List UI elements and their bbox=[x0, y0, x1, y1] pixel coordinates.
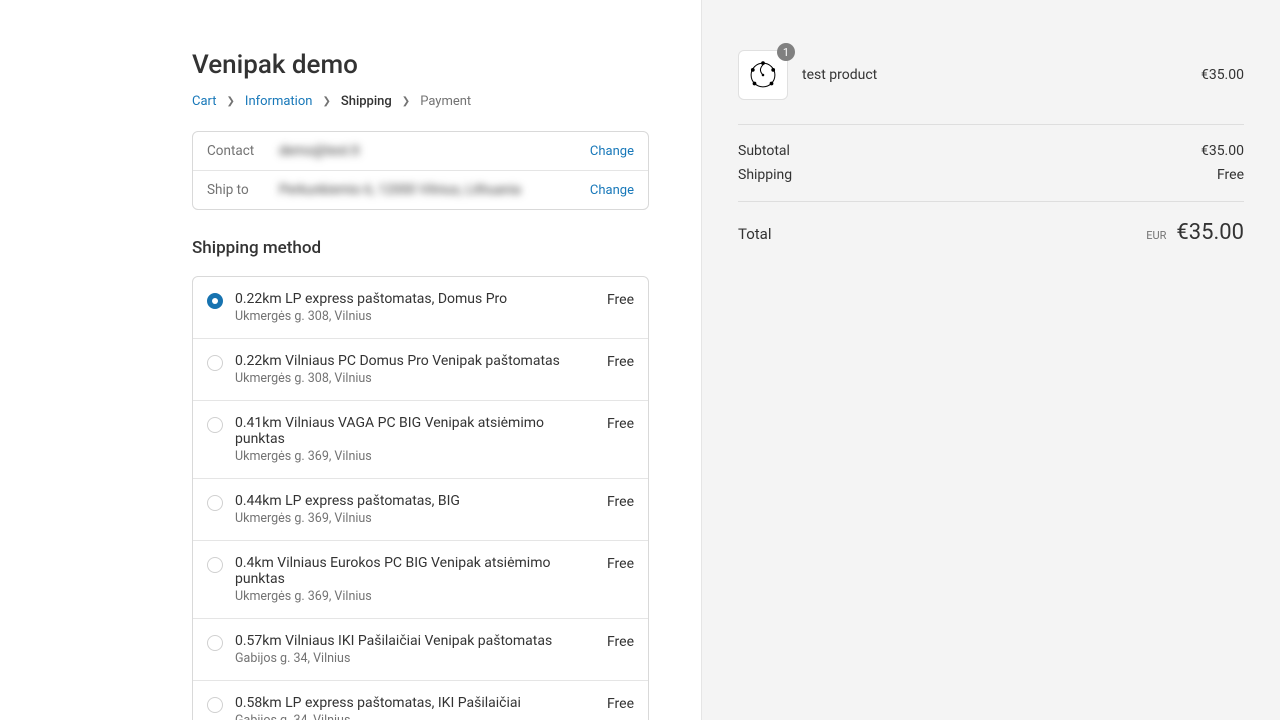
option-text: 0.44km LP express paštomatas, BIG Ukmergė… bbox=[235, 493, 595, 526]
change-contact-link[interactable]: Change bbox=[590, 144, 634, 159]
radio-icon[interactable] bbox=[207, 355, 223, 371]
totals-block: Subtotal €35.00 Shipping Free bbox=[738, 125, 1244, 202]
option-subtitle: Ukmergės g. 369, Vilnius bbox=[235, 449, 595, 464]
product-price: €35.00 bbox=[1201, 67, 1244, 83]
option-text: 0.22km LP express paštomatas, Domus Pro U… bbox=[235, 291, 595, 324]
option-price: Free bbox=[607, 556, 634, 572]
change-shipto-link[interactable]: Change bbox=[590, 183, 634, 198]
shipping-option[interactable]: 0.41km Vilniaus VAGA PC BIG Venipak atsi… bbox=[193, 401, 648, 479]
shipto-label: Ship to bbox=[207, 182, 277, 198]
option-title: 0.22km LP express paštomatas, Domus Pro bbox=[235, 291, 595, 307]
option-price: Free bbox=[607, 416, 634, 432]
option-price: Free bbox=[607, 292, 634, 308]
option-title: 0.58km LP express paštomatas, IKI Pašila… bbox=[235, 695, 595, 711]
review-box: Contact demo@test.lt Change Ship to Perk… bbox=[192, 131, 649, 210]
option-subtitle: Ukmergės g. 308, Vilnius bbox=[235, 371, 595, 386]
option-text: 0.57km Vilniaus IKI Pašilaičiai Venipak … bbox=[235, 633, 595, 666]
shipping-option[interactable]: 0.22km LP express paštomatas, Domus Pro U… bbox=[193, 277, 648, 339]
currency-code: EUR bbox=[1146, 229, 1166, 242]
cart-item: 1 test product €35.00 bbox=[738, 50, 1244, 125]
option-title: 0.57km Vilniaus IKI Pašilaičiai Venipak … bbox=[235, 633, 595, 649]
shipping-cost-value: Free bbox=[1217, 167, 1244, 183]
shipto-row: Ship to Perkunkiemio 6, 12000 Vilnius, L… bbox=[193, 171, 648, 209]
option-title: 0.4km Vilniaus Eurokos PC BIG Venipak at… bbox=[235, 555, 595, 587]
option-title: 0.22km Vilniaus PC Domus Pro Venipak paš… bbox=[235, 353, 595, 369]
total-label: Total bbox=[738, 225, 772, 243]
subtotal-label: Subtotal bbox=[738, 143, 790, 159]
breadcrumb-information[interactable]: Information bbox=[245, 94, 313, 109]
contact-row: Contact demo@test.lt Change bbox=[193, 132, 648, 171]
product-name: test product bbox=[802, 67, 1201, 83]
option-subtitle: Ukmergės g. 369, Vilnius bbox=[235, 511, 595, 526]
subtotal-value: €35.00 bbox=[1201, 143, 1244, 159]
option-price: Free bbox=[607, 494, 634, 510]
option-text: 0.41km Vilniaus VAGA PC BIG Venipak atsi… bbox=[235, 415, 595, 464]
shipto-value: Perkunkiemio 6, 12000 Vilnius, Lithuania bbox=[277, 182, 590, 198]
grand-total: Total EUR €35.00 bbox=[738, 202, 1244, 245]
shipping-cost-label: Shipping bbox=[738, 167, 792, 183]
chevron-right-icon: ❯ bbox=[227, 96, 235, 107]
breadcrumb-payment: Payment bbox=[420, 94, 471, 109]
shipping-option[interactable]: 0.4km Vilniaus Eurokos PC BIG Venipak at… bbox=[193, 541, 648, 619]
shipping-list: 0.22km LP express paštomatas, Domus Pro U… bbox=[192, 276, 649, 720]
radio-icon[interactable] bbox=[207, 495, 223, 511]
shipping-option[interactable]: 0.44km LP express paštomatas, BIG Ukmergė… bbox=[193, 479, 648, 541]
page-title: Venipak demo bbox=[192, 50, 649, 80]
option-subtitle: Gabijos g. 34, Vilnius bbox=[235, 713, 595, 720]
radio-icon[interactable] bbox=[207, 697, 223, 713]
option-price: Free bbox=[607, 696, 634, 712]
radio-icon[interactable] bbox=[207, 293, 223, 309]
shipping-heading: Shipping method bbox=[192, 238, 649, 258]
option-price: Free bbox=[607, 634, 634, 650]
contact-label: Contact bbox=[207, 143, 277, 159]
radio-icon[interactable] bbox=[207, 635, 223, 651]
breadcrumb-shipping: Shipping bbox=[341, 94, 392, 109]
option-text: 0.4km Vilniaus Eurokos PC BIG Venipak at… bbox=[235, 555, 595, 604]
option-subtitle: Gabijos g. 34, Vilnius bbox=[235, 651, 595, 666]
option-price: Free bbox=[607, 354, 634, 370]
option-subtitle: Ukmergės g. 308, Vilnius bbox=[235, 309, 595, 324]
breadcrumb-cart[interactable]: Cart bbox=[192, 94, 217, 109]
option-title: 0.44km LP express paštomatas, BIG bbox=[235, 493, 595, 509]
shipping-option[interactable]: 0.57km Vilniaus IKI Pašilaičiai Venipak … bbox=[193, 619, 648, 681]
option-text: 0.58km LP express paštomatas, IKI Pašila… bbox=[235, 695, 595, 720]
breadcrumb: Cart ❯ Information ❯ Shipping ❯ Payment bbox=[192, 94, 649, 109]
shipping-option[interactable]: 0.58km LP express paštomatas, IKI Pašila… bbox=[193, 681, 648, 720]
total-value: €35.00 bbox=[1176, 220, 1244, 245]
radio-icon[interactable] bbox=[207, 417, 223, 433]
option-text: 0.22km Vilniaus PC Domus Pro Venipak paš… bbox=[235, 353, 595, 386]
shipping-option[interactable]: 0.22km Vilniaus PC Domus Pro Venipak paš… bbox=[193, 339, 648, 401]
contact-value: demo@test.lt bbox=[277, 143, 590, 159]
chevron-right-icon: ❯ bbox=[322, 96, 330, 107]
product-thumbnail: 1 bbox=[738, 50, 788, 100]
radio-icon[interactable] bbox=[207, 557, 223, 573]
chevron-right-icon: ❯ bbox=[402, 96, 410, 107]
option-subtitle: Ukmergės g. 369, Vilnius bbox=[235, 589, 595, 604]
option-title: 0.41km Vilniaus VAGA PC BIG Venipak atsi… bbox=[235, 415, 595, 447]
qty-badge: 1 bbox=[777, 43, 795, 61]
product-icon bbox=[746, 58, 780, 92]
order-summary: 1 test product €35.00 Subtotal €35.00 Sh… bbox=[702, 0, 1280, 720]
